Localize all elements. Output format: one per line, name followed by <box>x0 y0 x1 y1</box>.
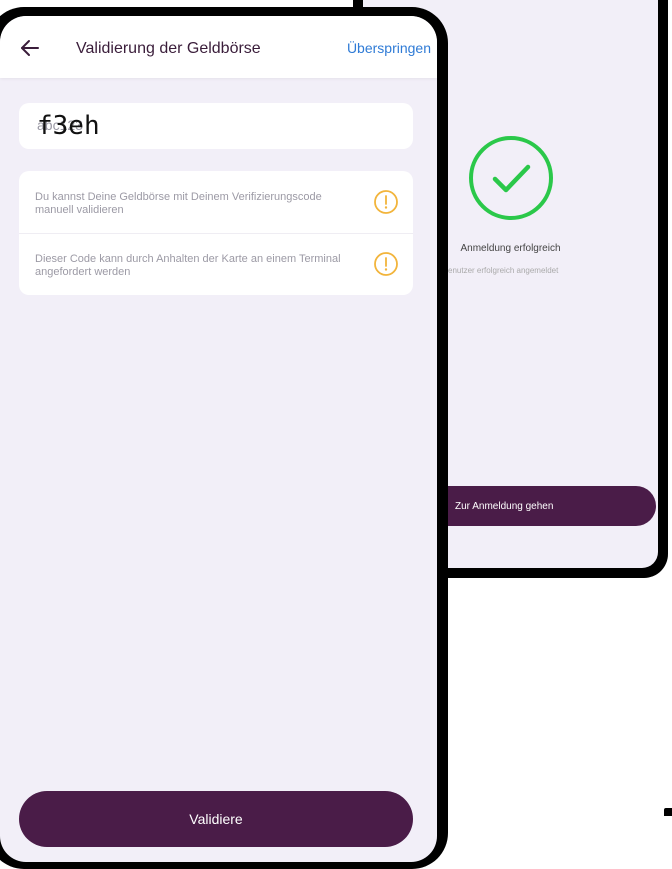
page-title: Validierung der Geldbörse <box>76 40 261 57</box>
foreground-phone: Validierung der Geldbörse Überspringen a… <box>0 7 448 869</box>
decorative-mark <box>664 808 672 816</box>
app-header: Validierung der Geldbörse Überspringen <box>0 16 437 78</box>
info-item: Du kannst Deine Geldbörse mit Deinem Ver… <box>19 171 413 234</box>
info-item: Dieser Code kann durch Anhalten der Kart… <box>19 233 413 295</box>
info-item-text: Dieser Code kann durch Anhalten der Kart… <box>35 253 341 278</box>
info-card: Du kannst Deine Geldbörse mit Deinem Ver… <box>19 171 413 295</box>
skip-link[interactable]: Überspringen <box>347 40 431 56</box>
validate-button[interactable]: Validiere <box>19 791 413 847</box>
exclamation-circle-icon <box>374 190 398 214</box>
check-circle-icon <box>469 136 553 220</box>
wallet-validation-screen: Validierung der Geldbörse Überspringen a… <box>0 16 437 862</box>
info-item-text: Du kannst Deine Geldbörse mit Deinem Ver… <box>35 191 322 216</box>
code-input-value: f3eh <box>37 111 100 141</box>
exclamation-circle-icon <box>374 252 398 276</box>
back-arrow-icon[interactable] <box>18 36 42 60</box>
verification-code-input[interactable]: abc123 f3eh <box>19 103 413 149</box>
